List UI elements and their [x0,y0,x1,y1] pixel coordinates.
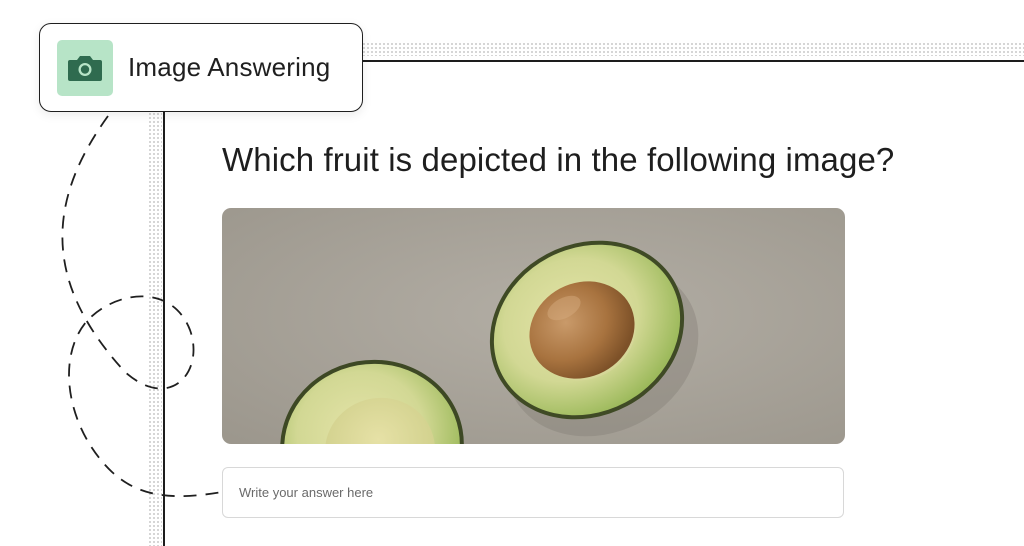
image-answering-badge: Image Answering [39,23,363,112]
badge-label: Image Answering [128,52,331,82]
question-title: Which fruit is depicted in the following… [222,141,895,178]
dotted-texture-top [362,42,1024,56]
question-image [222,208,845,444]
camera-icon [57,39,113,96]
top-rule [362,60,1024,62]
avocado-image [222,208,845,444]
answer-input[interactable] [222,467,844,518]
